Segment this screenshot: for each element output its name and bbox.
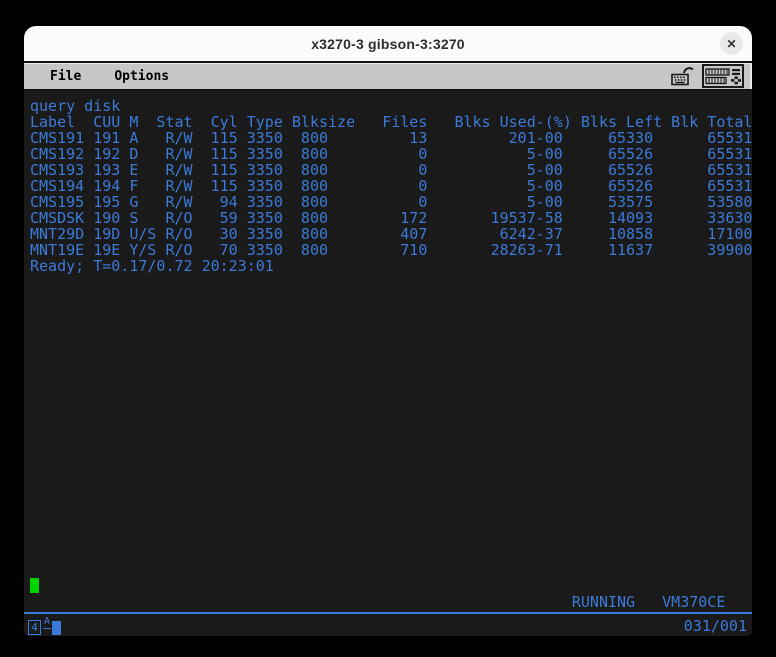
close-icon: ✕ (726, 36, 737, 51)
x3270-window: x3270-3 gibson-3:3270 ✕ File Options que… (24, 26, 752, 636)
terminal-row: query disk (30, 97, 121, 115)
terminal-row (30, 386, 752, 402)
terminal-row (30, 450, 752, 466)
terminal-row: CMS192 192 D R/W 115 3350 800 0 5-00 655… (30, 145, 752, 163)
oia-keyboard-mode-indicator: A (43, 615, 52, 629)
keyboard-unlock-icon (670, 64, 695, 88)
terminal-row (30, 530, 752, 546)
terminal-row (30, 562, 752, 578)
terminal-row (30, 418, 752, 434)
terminal-row (30, 498, 752, 514)
terminal-row: RUNNING VM370CE (30, 593, 726, 611)
oia-status-line: 4 A 031/001 (24, 615, 752, 636)
oia-indicators: 4 A (28, 615, 62, 635)
close-button[interactable]: ✕ (720, 32, 743, 55)
terminal-row: Label CUU M Stat Cyl Type Blksize Files … (30, 113, 752, 131)
terminal-screen[interactable]: query disk Label CUU M Stat Cyl Type Blks… (30, 98, 752, 610)
oia-separator-line (24, 612, 752, 614)
terminal-row (30, 290, 752, 306)
menu-options[interactable]: Options (110, 67, 173, 86)
terminal-row (30, 306, 752, 322)
oia-connection-indicator: 4 (28, 619, 41, 635)
terminal-cursor (30, 578, 39, 593)
menubar: File Options (24, 61, 752, 91)
terminal-row (30, 434, 752, 450)
terminal-row: CMS194 194 F R/W 115 3350 800 0 5-00 655… (30, 177, 752, 195)
terminal-row (30, 354, 752, 370)
oia-cursor-position: 031/001 (683, 616, 747, 635)
terminal-row (30, 370, 752, 386)
terminal-row (30, 466, 752, 482)
keypad-icon (705, 67, 741, 85)
terminal-row (30, 402, 752, 418)
terminal-row: MNT19E 19E Y/S R/O 70 3350 800 710 28263… (30, 241, 752, 259)
terminal-row (30, 514, 752, 530)
terminal-row (30, 274, 752, 290)
terminal-area: query disk Label CUU M Stat Cyl Type Blks… (24, 91, 752, 636)
terminal-row: CMS195 195 G R/W 94 3350 800 0 5-00 5357… (30, 193, 752, 211)
oia-block-indicator (52, 620, 62, 635)
terminal-row (30, 338, 752, 354)
terminal-row (30, 482, 752, 498)
terminal-row: MNT29D 19D U/S R/O 30 3350 800 407 6242-… (30, 225, 752, 243)
menubar-right-indicators (670, 63, 744, 89)
terminal-row: Ready; T=0.17/0.72 20:23:01 (30, 257, 274, 275)
window-titlebar: x3270-3 gibson-3:3270 ✕ (24, 26, 752, 61)
keypad-toggle-button[interactable] (702, 64, 744, 88)
terminal-row (30, 578, 752, 594)
window-title: x3270-3 gibson-3:3270 (311, 35, 465, 52)
terminal-row: CMSDSK 190 S R/O 59 3350 800 172 19537-5… (30, 209, 752, 227)
terminal-row: CMS193 193 E R/W 115 3350 800 0 5-00 655… (30, 161, 752, 179)
terminal-row (30, 322, 752, 338)
terminal-row: CMS191 191 A R/W 115 3350 800 13 201-00 … (30, 129, 752, 147)
menu-file[interactable]: File (46, 67, 85, 86)
terminal-row (30, 546, 752, 562)
